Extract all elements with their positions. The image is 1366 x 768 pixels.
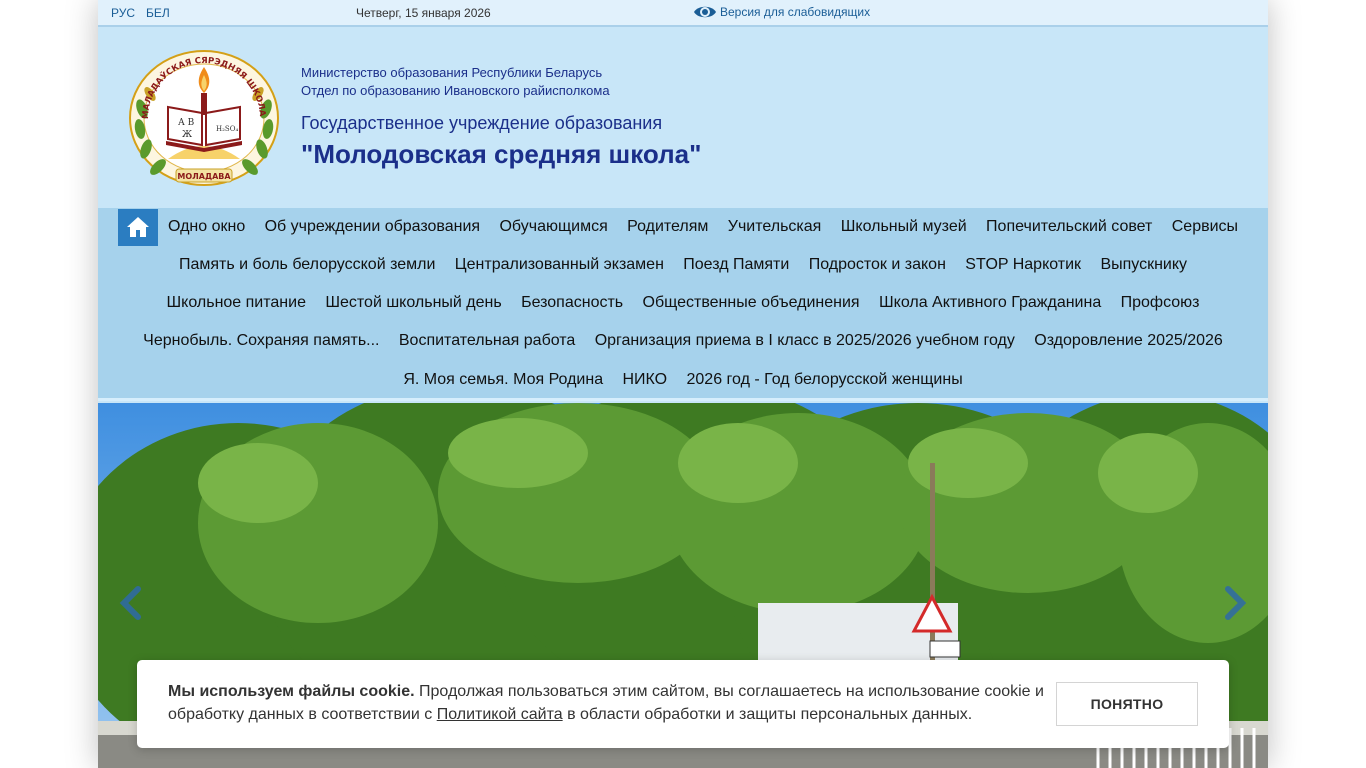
institution-type: Государственное учреждение образования [301, 113, 663, 133]
privacy-policy-link[interactable]: Политикой сайта [437, 706, 563, 723]
nav-item[interactable]: Выпускнику [1091, 256, 1197, 274]
nav-item[interactable]: Безопасность [511, 294, 632, 312]
nav-item[interactable]: Я. Моя семья. Моя Родина [394, 371, 613, 389]
chevron-right-icon[interactable] [1220, 583, 1250, 623]
site-header: А В Ж H₂SO₄ МАЛАДАЎСКАЯ СЯРЭДНЯЯ ШКОЛА М… [98, 27, 1268, 208]
school-name: "Молодовская средняя школа" [301, 139, 702, 169]
main-navigation: Одно окно Об учреждении образования Обуч… [98, 208, 1268, 401]
nav-row-5: Я. Моя семья. Моя Родина НИКО 2026 год -… [98, 361, 1268, 399]
lang-be-link[interactable]: БЕЛ [146, 6, 170, 20]
logo-bottom-text: МОЛАДАВА [177, 172, 231, 181]
nav-item[interactable]: Воспитательная работа [389, 332, 585, 350]
home-button[interactable] [118, 208, 159, 246]
school-logo[interactable]: А В Ж H₂SO₄ МАЛАДАЎСКАЯ СЯРЭДНЯЯ ШКОЛА М… [128, 49, 280, 187]
top-bar: РУС БЕЛ Четверг, 15 января 2026 Версия д… [98, 0, 1268, 27]
svg-text:А В: А В [178, 118, 195, 128]
current-date: Четверг, 15 января 2026 [356, 6, 491, 20]
nav-item[interactable]: Централизованный экзамен [445, 256, 673, 274]
cookie-bold-text: Мы используем файлы cookie. [168, 683, 415, 700]
svg-text:Ж: Ж [182, 130, 192, 140]
nav-item[interactable]: 2026 год - Год белорусской женщины [677, 371, 973, 389]
nav-row-2: Память и боль белорусской земли Централи… [98, 246, 1268, 284]
nav-item[interactable]: Сервисы [1162, 218, 1248, 236]
nav-item[interactable]: Профсоюз [1111, 294, 1209, 312]
nav-item[interactable]: Чернобыль. Сохраняя память... [133, 332, 389, 350]
cookie-banner: Мы используем файлы cookie. Продолжая по… [137, 660, 1229, 748]
nav-item[interactable]: Обучающимся [490, 218, 618, 236]
eye-icon [694, 6, 716, 18]
low-vision-version-link[interactable]: Версия для слабовидящих [693, 3, 870, 21]
nav-row-1: Одно окно Об учреждении образования Обуч… [98, 208, 1268, 246]
nav-item[interactable]: Учительская [718, 218, 831, 236]
nav-item[interactable]: Подросток и закон [799, 256, 956, 274]
nav-item[interactable]: Школа Активного Гражданина [869, 294, 1111, 312]
nav-item[interactable]: Об учреждении образования [255, 218, 490, 236]
nav-item[interactable]: Оздоровление 2025/2026 [1025, 332, 1233, 350]
nav-item[interactable]: Родителям [617, 218, 718, 236]
chevron-left-icon[interactable] [116, 583, 146, 623]
home-icon [127, 217, 150, 237]
cookie-message: Мы используем файлы cookie. Продолжая по… [168, 680, 1048, 726]
nav-item[interactable]: Шестой школьный день [316, 294, 512, 312]
lang-ru-link[interactable]: РУС [111, 6, 135, 20]
svg-text:H₂SO₄: H₂SO₄ [216, 125, 238, 133]
ministry-block: Министерство образования Республики Бела… [301, 64, 610, 100]
nav-item[interactable]: Одно окно [158, 218, 255, 236]
nav-item[interactable]: Организация приема в I класс в 2025/2026… [585, 332, 1025, 350]
nav-item[interactable]: Школьное питание [157, 294, 316, 312]
nav-item[interactable]: Школьный музей [831, 218, 976, 236]
nav-item[interactable]: НИКО [613, 371, 677, 389]
page-container: РУС БЕЛ Четверг, 15 января 2026 Версия д… [98, 0, 1268, 768]
accept-cookies-button[interactable]: ПОНЯТНО [1056, 682, 1198, 726]
low-vision-label: Версия для слабовидящих [720, 5, 871, 19]
ministry-line-1: Министерство образования Республики Бела… [301, 65, 603, 80]
ministry-line-2: Отдел по образованию Ивановского райиспо… [301, 83, 610, 98]
nav-item[interactable]: Попечительский совет [976, 218, 1162, 236]
nav-item[interactable]: Память и боль белорусской земли [169, 256, 445, 274]
nav-item[interactable]: STOP Наркотик [956, 256, 1091, 274]
nav-item[interactable]: Поезд Памяти [674, 256, 799, 274]
nav-item[interactable]: Общественные объединения [633, 294, 869, 312]
nav-row-4: Чернобыль. Сохраняя память... Воспитател… [98, 322, 1268, 360]
nav-row-3: Школьное питание Шестой школьный день Бе… [98, 284, 1268, 322]
cookie-text-after-link: в области обработки и защиты персональны… [562, 706, 973, 723]
